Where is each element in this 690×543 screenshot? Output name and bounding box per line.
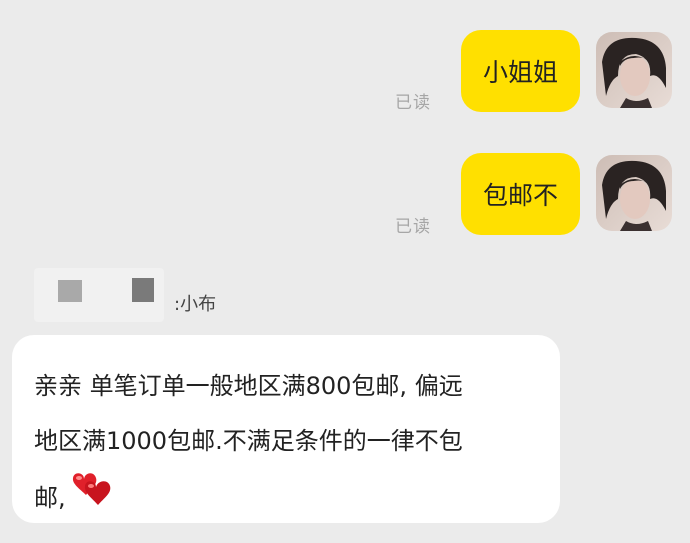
avatar[interactable] [596, 155, 672, 231]
message-text: 包邮不 [482, 181, 558, 210]
pixel-block [58, 280, 82, 302]
message-line: 地区满1000包邮.不满足条件的一律不包 [34, 427, 463, 455]
incoming-message-bubble[interactable]: 亲亲 单笔订单一般地区满800包邮, 偏远 地区满1000包邮.不满足条件的一律… [12, 335, 560, 523]
outgoing-message: 包邮不 [460, 153, 672, 235]
chat-view: 已读 小姐姐 已读 包邮不:小布 亲亲 单笔订单一般地区满800包邮, 偏远 … [0, 0, 690, 543]
sender-header: :小布 [34, 262, 234, 322]
message-line-last: 邮, [34, 469, 540, 529]
outgoing-message: 小姐姐 [460, 30, 672, 112]
message-line: 邮, [34, 484, 66, 512]
message-bubble[interactable]: 包邮不 [460, 153, 580, 235]
avatar[interactable] [596, 32, 672, 108]
pixel-block [132, 278, 154, 302]
sender-avatar[interactable] [34, 268, 164, 322]
read-status: 已读 [395, 93, 431, 113]
sender-name: :小布 [174, 294, 217, 315]
message-line: 亲亲 单笔订单一般地区满800包邮, 偏远 [34, 372, 463, 400]
message-bubble[interactable]: 小姐姐 [460, 30, 580, 112]
hearts-icon [70, 469, 116, 529]
message-text: 小姐姐 [482, 58, 558, 87]
read-status: 已读 [395, 217, 431, 237]
